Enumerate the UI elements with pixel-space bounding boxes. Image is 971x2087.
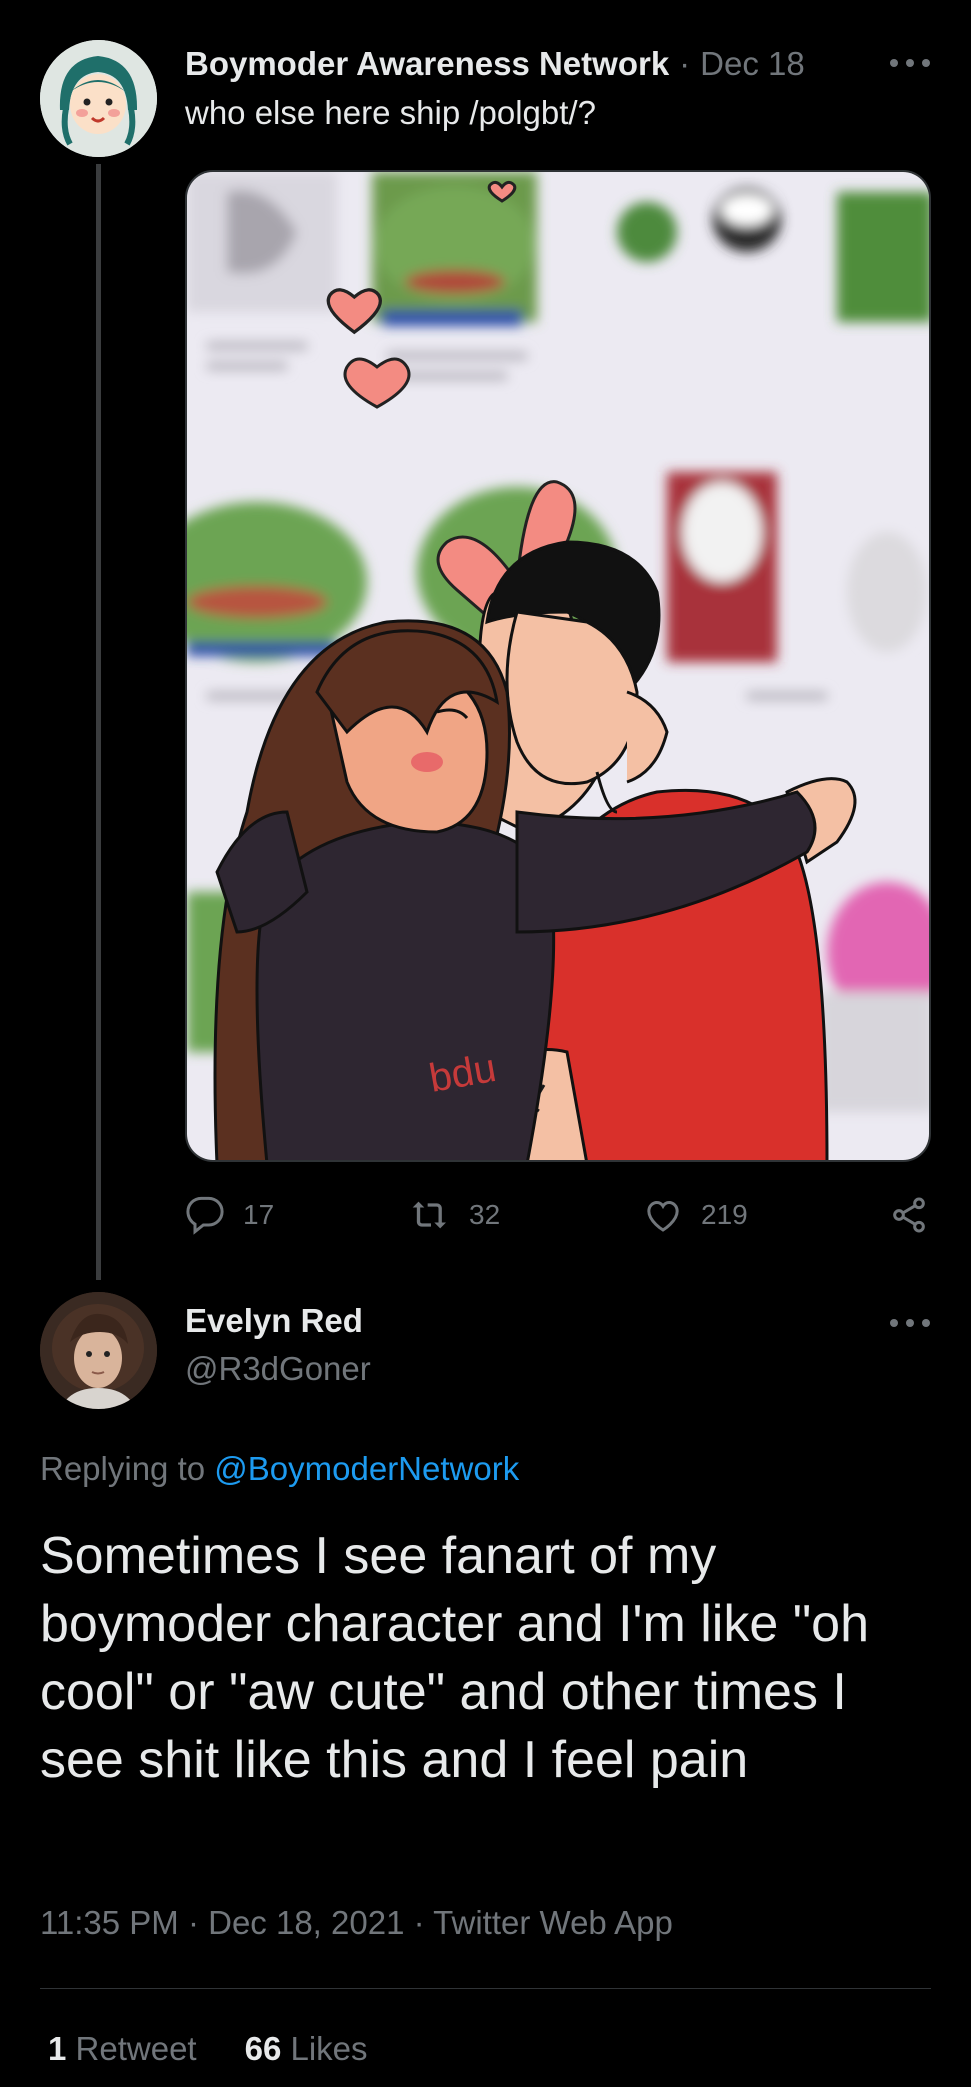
like-stat-label: Likes	[290, 2030, 368, 2067]
reply-action[interactable]: 17	[185, 1190, 274, 1240]
like-count: 219	[701, 1199, 748, 1230]
header-separator: ·	[679, 45, 691, 82]
like-stat[interactable]: 66 Likes	[245, 2030, 368, 2068]
parent-tweet-date[interactable]: Dec 18	[700, 45, 805, 83]
like-icon	[647, 1200, 679, 1232]
parent-tweet-header: Boymoder Awareness Network · Dec 18	[185, 42, 931, 86]
tweet-timestamp[interactable]: 11:35 PM · Dec 18, 2021 · Twitter Web Ap…	[40, 1904, 673, 1942]
thread-line	[96, 164, 101, 1280]
main-author-name[interactable]: Evelyn Red	[185, 1302, 363, 1340]
like-stat-count: 66	[244, 2030, 282, 2067]
like-action[interactable]: 219	[643, 1190, 748, 1240]
parent-tweet-text: who else here ship /polgbt/?	[185, 94, 596, 131]
reply-icon	[186, 1196, 224, 1235]
main-tweet-text: Sometimes I see fanart of my boymoder ch…	[40, 1527, 870, 1789]
replying-mention[interactable]: @BoymoderNetwork	[214, 1450, 519, 1487]
tweet-thread: Boymoder Awareness Network · Dec 18 who …	[0, 0, 971, 2087]
retweet-action[interactable]: 32	[411, 1190, 500, 1240]
retweet-count: 32	[469, 1199, 501, 1230]
divider	[40, 1988, 931, 1989]
share-icon	[893, 1197, 925, 1233]
replying-to: Replying to @BoymoderNetwork	[40, 1450, 519, 1488]
retweet-icon	[412, 1201, 446, 1229]
more-icon[interactable]	[890, 1316, 930, 1330]
retweet-stat-label: Retweet	[75, 2030, 197, 2067]
retweet-stat-count: 1	[48, 2030, 67, 2067]
reply-count: 17	[243, 1199, 275, 1230]
parent-author-avatar[interactable]	[40, 40, 157, 157]
parent-tweet-image[interactable]: bdu	[185, 170, 931, 1162]
main-author-avatar[interactable]	[40, 1292, 157, 1409]
retweet-stat[interactable]: 1 Retweet	[48, 2030, 197, 2068]
parent-author-name[interactable]: Boymoder Awareness Network	[185, 45, 669, 83]
more-icon[interactable]	[890, 56, 930, 70]
parent-tweet-actions: 17 32 219	[185, 1190, 931, 1240]
tweet-stats: 1 Retweet 66 Likes	[48, 2030, 368, 2068]
share-action[interactable]	[889, 1190, 929, 1240]
main-author-handle[interactable]: @R3dGoner	[185, 1350, 371, 1388]
replying-prefix: Replying to	[40, 1450, 206, 1487]
